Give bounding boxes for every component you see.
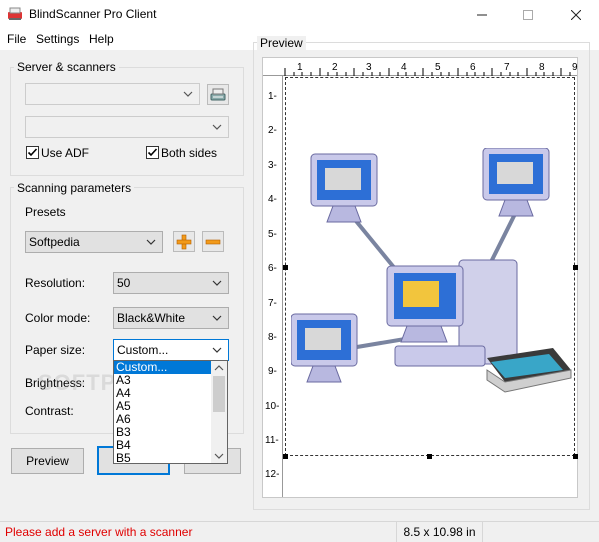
dropdown-scrollbar[interactable]: [211, 361, 227, 463]
preview-button-label: Preview: [26, 454, 69, 468]
ruler-top-label: 7: [504, 62, 510, 73]
chevron-down-icon: [212, 124, 222, 130]
menu-settings[interactable]: Settings: [36, 32, 79, 46]
preview-label: Preview: [257, 36, 306, 50]
chevron-down-icon: [146, 239, 156, 245]
presets-select[interactable]: Softpedia: [25, 231, 163, 253]
selection-handle[interactable]: [283, 265, 288, 270]
color-mode-label: Color mode:: [25, 311, 91, 325]
ruler-left-label: 3-: [268, 160, 277, 171]
both-sides-label[interactable]: Both sides: [161, 146, 217, 160]
scrollbar-thumb[interactable]: [213, 376, 225, 412]
ruler-left-label: 8-: [268, 332, 277, 343]
dropdown-option[interactable]: B5: [114, 452, 212, 464]
selection-handle[interactable]: [283, 454, 288, 459]
ruler-left: [263, 76, 283, 497]
paper-size-dropdown[interactable]: Custom... A3 A4 A5 A6 B3 B4 B5: [113, 360, 228, 464]
ruler-left-label: 6-: [268, 263, 277, 274]
minus-icon: [205, 239, 221, 244]
color-mode-select[interactable]: Black&White: [113, 307, 229, 329]
add-preset-button[interactable]: [173, 231, 195, 252]
ruler-left-label: 10-: [265, 401, 280, 412]
scanner-search-button[interactable]: [207, 84, 229, 105]
maximize-button[interactable]: [505, 0, 551, 30]
ruler-left-label: 1-: [268, 91, 277, 102]
ruler-top: [263, 58, 577, 76]
resolution-label: Resolution:: [25, 276, 86, 290]
menu-file[interactable]: File: [7, 32, 26, 46]
paper-size-select[interactable]: Custom...: [113, 339, 229, 361]
contrast-label: Contrast:: [25, 404, 74, 418]
ruler-top-label: 3: [366, 62, 372, 73]
ruler-top-label: 9: [572, 62, 578, 73]
remove-preset-button[interactable]: [202, 231, 224, 252]
presets-label: Presets: [25, 205, 66, 219]
ruler-top-label: 4: [401, 62, 407, 73]
minimize-button[interactable]: [459, 0, 505, 30]
server-select[interactable]: [25, 83, 200, 105]
selection-handle[interactable]: [573, 454, 578, 459]
ruler-left-label: 12-: [265, 469, 280, 480]
ruler-top-label: 6: [470, 62, 476, 73]
ruler-top-ticks: [284, 68, 571, 76]
ruler-top-label: 2: [332, 62, 338, 73]
presets-select-value: Softpedia: [29, 235, 80, 249]
ruler-left-label: 7-: [268, 298, 277, 309]
chevron-down-icon: [212, 280, 222, 286]
close-icon: [571, 10, 581, 20]
both-sides-checkbox[interactable]: [146, 146, 159, 159]
preview-button[interactable]: Preview: [11, 448, 84, 474]
ruler-top-label: 5: [435, 62, 441, 73]
status-dimensions: 8.5 x 10.98 in: [396, 521, 483, 542]
resolution-select-value: 50: [117, 276, 131, 290]
use-adf-label[interactable]: Use ADF: [41, 146, 89, 160]
checkmark-icon: [147, 148, 158, 157]
ruler-left-label: 2-: [268, 125, 277, 136]
chevron-down-icon: [212, 315, 222, 321]
paper-size-select-value: Custom...: [117, 343, 169, 357]
status-message: Please add a server with a scanner: [5, 525, 193, 539]
selection-handle[interactable]: [573, 265, 578, 270]
ruler-top-label: 1: [297, 62, 303, 73]
resolution-select[interactable]: 50: [113, 272, 229, 294]
minimize-icon: [477, 14, 487, 16]
maximize-icon: [523, 10, 533, 20]
use-adf-checkbox[interactable]: [26, 146, 39, 159]
title-bar: BlindScanner Pro Client: [0, 0, 599, 30]
scan-group-label: Scanning parameters: [14, 181, 135, 195]
ruler-left-label: 11-: [265, 435, 279, 446]
ruler-left-label: 9-: [268, 366, 277, 377]
plus-icon: [176, 234, 192, 249]
checkmark-icon: [27, 148, 38, 157]
ruler-left-label: 4-: [268, 194, 277, 205]
network-illustration: [291, 148, 572, 393]
scanner-app-icon: [8, 7, 22, 20]
paper-size-label: Paper size:: [25, 343, 86, 357]
selection-handle[interactable]: [427, 454, 432, 459]
scanner-select[interactable]: [25, 116, 229, 138]
preview-canvas[interactable]: 1 2 3 4 5 6 7 8 9 1- 2- 3- 4- 5- 6- 7- 8…: [262, 57, 578, 498]
chevron-down-icon: [212, 347, 222, 353]
close-button[interactable]: [553, 0, 599, 30]
menu-help[interactable]: Help: [89, 32, 114, 46]
server-group-label: Server & scanners: [14, 60, 119, 74]
chevron-down-icon: [183, 91, 193, 97]
ruler-top-label: 8: [539, 62, 545, 73]
color-mode-select-value: Black&White: [117, 311, 186, 325]
scanner-icon: [210, 88, 226, 101]
window-title: BlindScanner Pro Client: [29, 7, 157, 21]
ruler-left-label: 5-: [268, 229, 277, 240]
chevron-up-icon: [214, 365, 224, 371]
chevron-down-icon: [214, 453, 224, 459]
